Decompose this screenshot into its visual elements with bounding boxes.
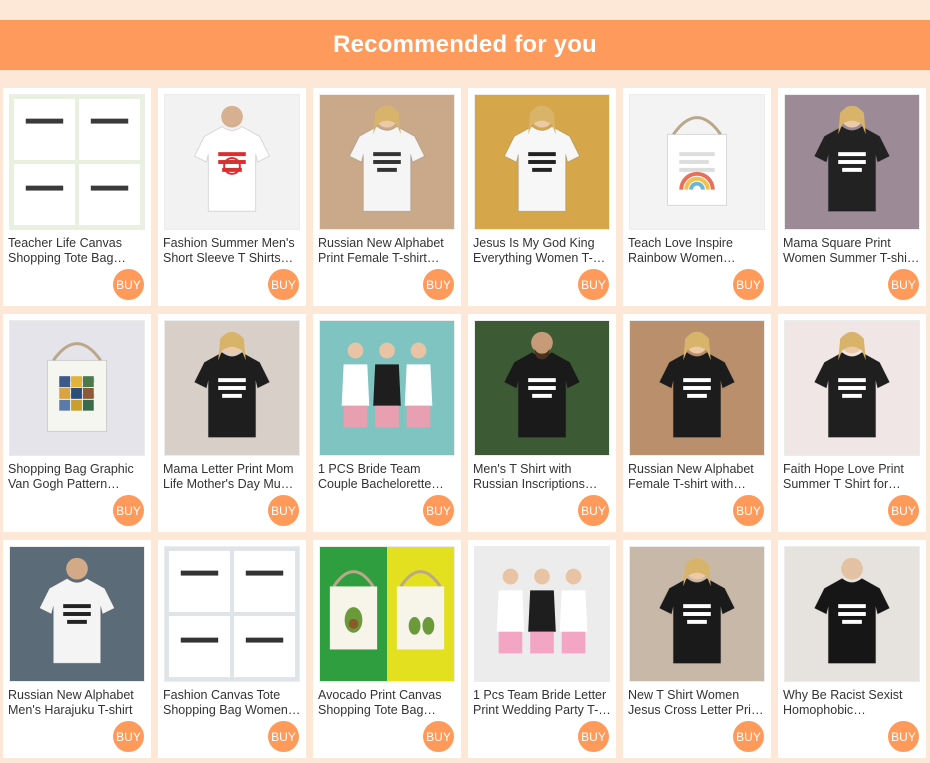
product-image[interactable] xyxy=(319,94,455,230)
product-title[interactable]: Russian New Alphabet Female T-shirt with… xyxy=(628,462,766,492)
buy-button[interactable]: BUY xyxy=(113,721,144,752)
product-card[interactable]: Russian New Alphabet Print Female T-shir… xyxy=(313,88,461,306)
product-title[interactable]: 1 PCS Bride Team Couple Bachelorette Par… xyxy=(318,462,456,492)
black-tshirt-text-icon xyxy=(785,547,919,681)
white-tshirt-man-icon xyxy=(165,95,299,229)
product-image[interactable] xyxy=(474,320,610,456)
product-card[interactable]: Teacher Life Canvas Shopping Tote Bag Wo… xyxy=(3,88,151,306)
woman-black-tshirt-icon xyxy=(785,95,919,229)
product-title[interactable]: Fashion Canvas Tote Shopping Bag Women P… xyxy=(163,688,301,718)
product-image[interactable] xyxy=(164,94,300,230)
woman-white-tshirt-icon xyxy=(320,95,454,229)
buy-button[interactable]: BUY xyxy=(578,721,609,752)
product-title[interactable]: Russian New Alphabet Men's Harajuku T-sh… xyxy=(8,688,146,718)
product-card[interactable]: Russian New Alphabet Female T-shirt with… xyxy=(623,314,771,532)
product-card[interactable]: New T Shirt Women Jesus Cross Letter Pri… xyxy=(623,540,771,758)
woman-white-tshirt-icon xyxy=(475,95,609,229)
product-title[interactable]: Men's T Shirt with Russian Inscriptions … xyxy=(473,462,611,492)
man-white-tshirt-icon xyxy=(10,547,144,681)
product-image[interactable] xyxy=(319,546,455,682)
buy-button[interactable]: BUY xyxy=(268,495,299,526)
product-image[interactable] xyxy=(319,320,455,456)
buy-button[interactable]: BUY xyxy=(888,721,919,752)
product-image[interactable] xyxy=(784,320,920,456)
product-card[interactable]: Why Be Racist Sexist Homophobic Transpho… xyxy=(778,540,926,758)
product-image[interactable] xyxy=(9,546,145,682)
product-title[interactable]: Teach Love Inspire Rainbow Women Shoppin… xyxy=(628,236,766,266)
product-card[interactable]: Russian New Alphabet Men's Harajuku T-sh… xyxy=(3,540,151,758)
product-card[interactable]: Mama Square Print Women Summer T-shirt C… xyxy=(778,88,926,306)
product-title[interactable]: 1 Pcs Team Bride Letter Print Wedding Pa… xyxy=(473,688,611,718)
product-image[interactable] xyxy=(784,94,920,230)
product-title[interactable]: Jesus Is My God King Everything Women T-… xyxy=(473,236,611,266)
product-title[interactable]: Russian New Alphabet Print Female T-shir… xyxy=(318,236,456,266)
man-black-tshirt-icon xyxy=(475,321,609,455)
product-card[interactable]: Faith Hope Love Print Summer T Shirt for… xyxy=(778,314,926,532)
tote-bag-collage-icon xyxy=(10,95,144,229)
canvas-tote-icon xyxy=(10,321,144,455)
product-title[interactable]: Teacher Life Canvas Shopping Tote Bag Wo… xyxy=(8,236,146,266)
product-image[interactable] xyxy=(629,546,765,682)
buy-button[interactable]: BUY xyxy=(733,721,764,752)
woman-black-tshirt-icon xyxy=(165,321,299,455)
buy-button[interactable]: BUY xyxy=(888,495,919,526)
buy-button[interactable]: BUY xyxy=(423,269,454,300)
rainbow-tote-icon xyxy=(630,95,764,229)
product-image[interactable] xyxy=(9,320,145,456)
product-image[interactable] xyxy=(629,320,765,456)
buy-button[interactable]: BUY xyxy=(578,495,609,526)
product-card[interactable]: Avocado Print Canvas Shopping Tote Bag W… xyxy=(313,540,461,758)
buy-button[interactable]: BUY xyxy=(888,269,919,300)
section-title: Recommended for you xyxy=(333,31,597,58)
product-title[interactable]: Faith Hope Love Print Summer T Shirt for… xyxy=(783,462,921,492)
avocado-tote-icon xyxy=(320,547,454,681)
product-grid: Teacher Life Canvas Shopping Tote Bag Wo… xyxy=(3,88,926,758)
bride-team-group-icon xyxy=(475,547,609,681)
buy-button[interactable]: BUY xyxy=(268,269,299,300)
buy-button[interactable]: BUY xyxy=(268,721,299,752)
product-image[interactable] xyxy=(9,94,145,230)
buy-button[interactable]: BUY xyxy=(423,721,454,752)
buy-button[interactable]: BUY xyxy=(733,495,764,526)
buy-button[interactable]: BUY xyxy=(113,269,144,300)
product-card[interactable]: Fashion Canvas Tote Shopping Bag Women P… xyxy=(158,540,306,758)
product-image[interactable] xyxy=(164,546,300,682)
buy-button[interactable]: BUY xyxy=(423,495,454,526)
product-title[interactable]: Shopping Bag Graphic Van Gogh Pattern Ca… xyxy=(8,462,146,492)
product-image[interactable] xyxy=(629,94,765,230)
tote-bag-collage-icon xyxy=(165,547,299,681)
product-card[interactable]: Jesus Is My God King Everything Women T-… xyxy=(468,88,616,306)
woman-black-tshirt-icon xyxy=(785,321,919,455)
product-title[interactable]: Avocado Print Canvas Shopping Tote Bag W… xyxy=(318,688,456,718)
product-image[interactable] xyxy=(474,94,610,230)
recommendations-header: Recommended for you xyxy=(0,20,930,70)
product-image[interactable] xyxy=(164,320,300,456)
product-card[interactable]: Mama Letter Print Mom Life Mother's Day … xyxy=(158,314,306,532)
buy-button[interactable]: BUY xyxy=(113,495,144,526)
product-card[interactable]: 1 Pcs Team Bride Letter Print Wedding Pa… xyxy=(468,540,616,758)
product-card[interactable]: Teach Love Inspire Rainbow Women Shoppin… xyxy=(623,88,771,306)
bride-team-group-icon xyxy=(320,321,454,455)
product-card[interactable]: Shopping Bag Graphic Van Gogh Pattern Ca… xyxy=(3,314,151,532)
product-title[interactable]: Why Be Racist Sexist Homophobic Transpho… xyxy=(783,688,921,718)
product-card[interactable]: Fashion Summer Men's Short Sleeve T Shir… xyxy=(158,88,306,306)
product-title[interactable]: Fashion Summer Men's Short Sleeve T Shir… xyxy=(163,236,301,266)
product-image[interactable] xyxy=(784,546,920,682)
product-card[interactable]: Men's T Shirt with Russian Inscriptions … xyxy=(468,314,616,532)
buy-button[interactable]: BUY xyxy=(578,269,609,300)
woman-black-tshirt-icon xyxy=(630,321,764,455)
buy-button[interactable]: BUY xyxy=(733,269,764,300)
product-image[interactable] xyxy=(474,546,610,682)
product-title[interactable]: New T Shirt Women Jesus Cross Letter Pri… xyxy=(628,688,766,718)
woman-black-tshirt-icon xyxy=(630,547,764,681)
product-card[interactable]: 1 PCS Bride Team Couple Bachelorette Par… xyxy=(313,314,461,532)
product-title[interactable]: Mama Letter Print Mom Life Mother's Day … xyxy=(163,462,301,492)
product-title[interactable]: Mama Square Print Women Summer T-shirt C… xyxy=(783,236,921,266)
